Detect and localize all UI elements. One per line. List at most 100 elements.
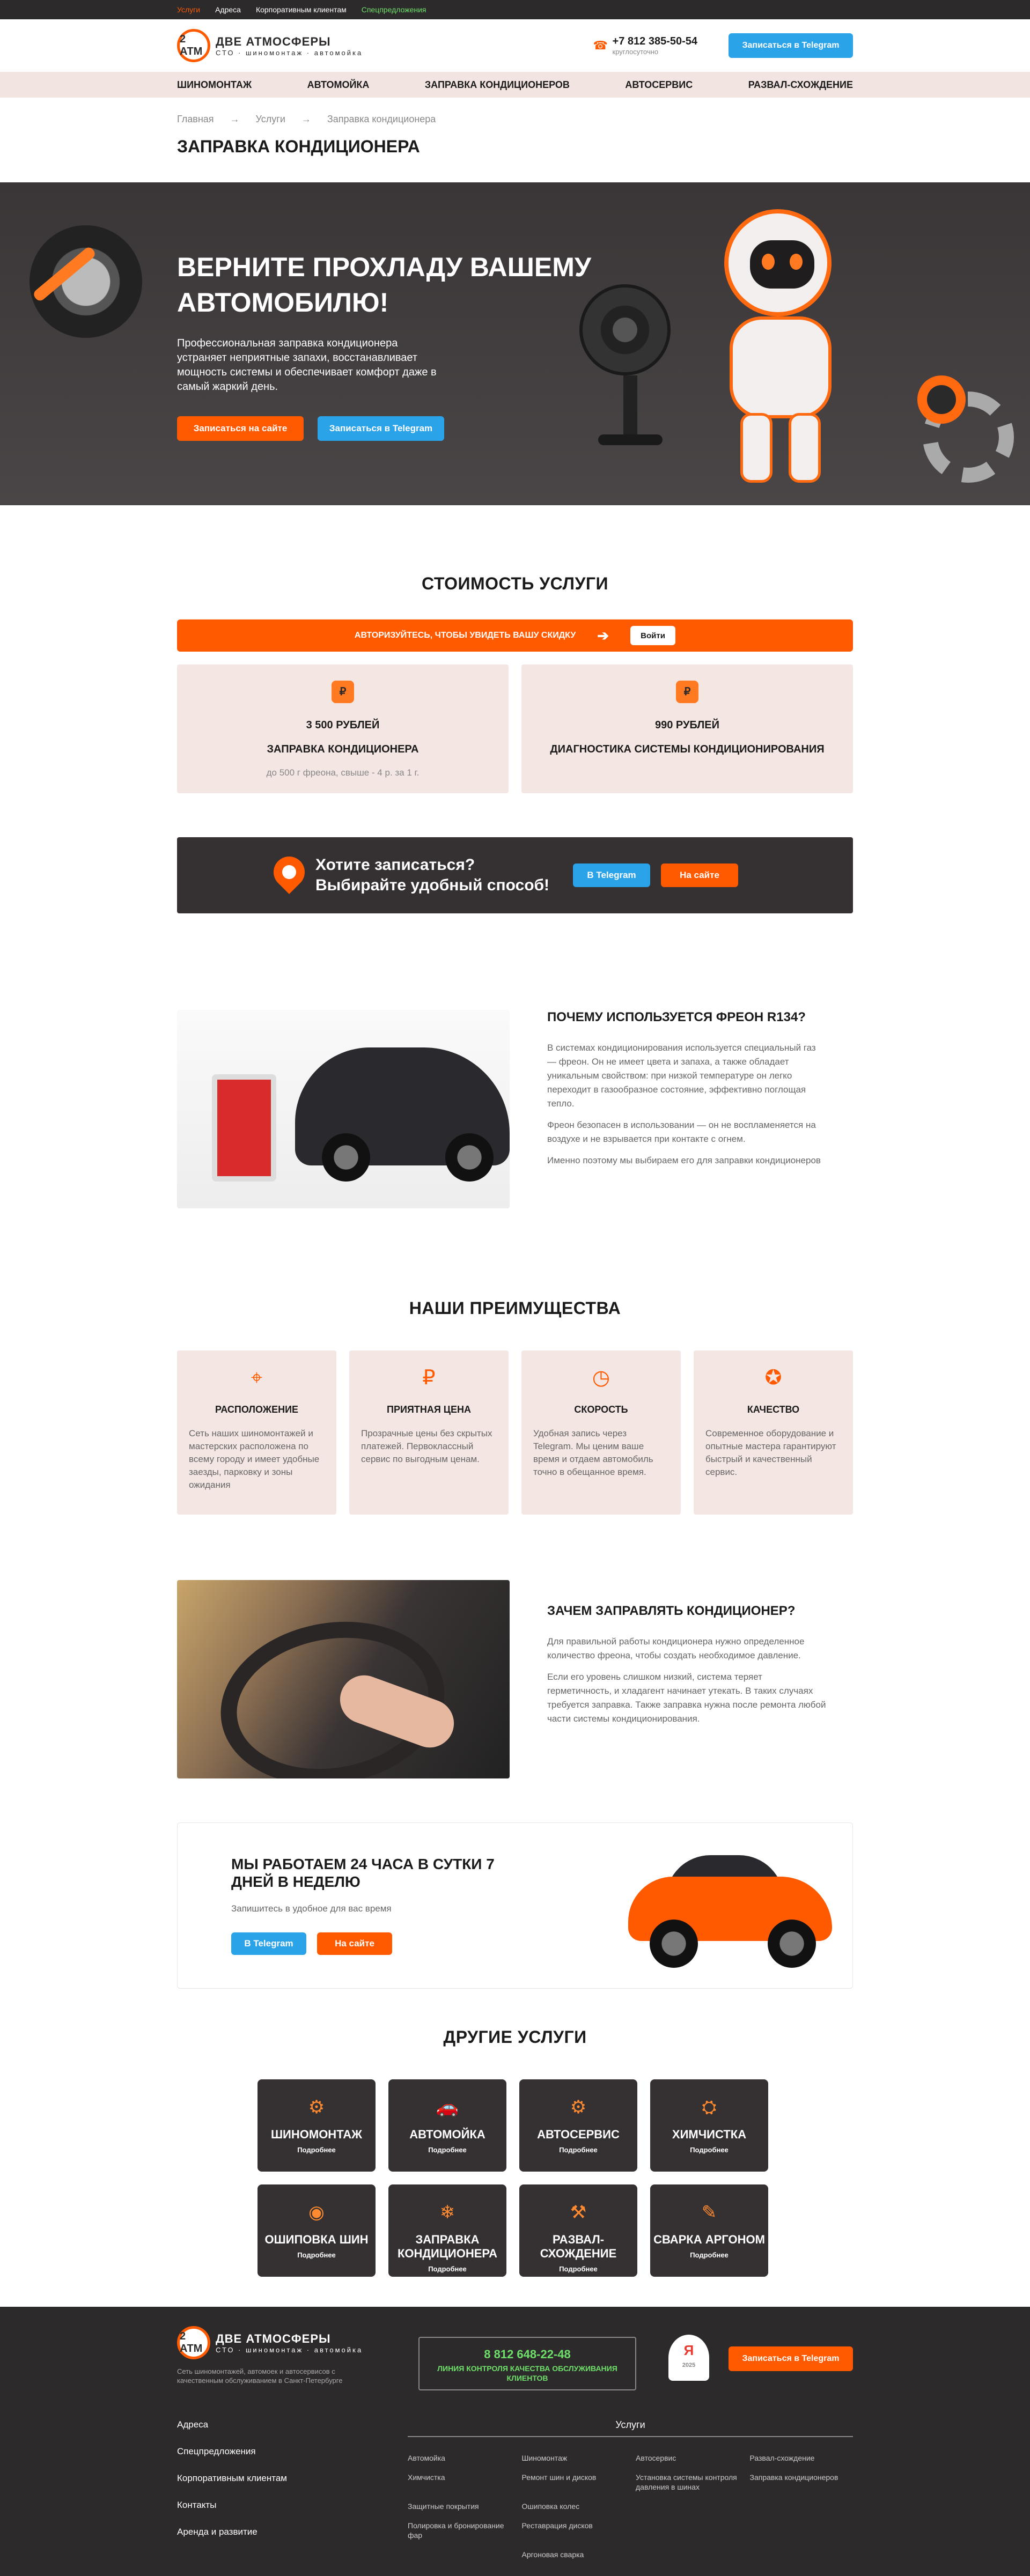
service-name: АВТОМОЙКА xyxy=(409,2128,485,2141)
breadcrumb-services[interactable]: Услуги xyxy=(256,114,285,125)
why-section: ЗАЧЕМ ЗАПРАВЛЯТЬ КОНДИЦИОНЕР? Для правил… xyxy=(177,1580,853,1778)
nav-item-service[interactable]: АВТОСЕРВИС xyxy=(625,79,693,91)
nav-item-ac[interactable]: ЗАПРАВКА КОНДИЦИОНЕРОВ xyxy=(425,79,570,91)
why-title: ЗАЧЕМ ЗАПРАВЛЯТЬ КОНДИЦИОНЕР? xyxy=(547,1604,796,1618)
service-more-link[interactable]: Подробнее xyxy=(258,2251,376,2259)
why-paragraph: Если его уровень слишком низкий, система… xyxy=(547,1672,826,1724)
footer-telegram-button[interactable]: Записаться в Telegram xyxy=(729,2346,853,2371)
service-card-studding[interactable]: ◉ ОШИПОВКА ШИН Подробнее xyxy=(258,2184,376,2277)
hero-telegram-button[interactable]: Записаться в Telegram xyxy=(318,416,444,441)
footer-service-link[interactable]: Реставрация дисков xyxy=(522,2521,626,2540)
topbar-link-corporate[interactable]: Корпоративным клиентам xyxy=(256,5,347,14)
footer-service-link[interactable]: Шиномонтаж xyxy=(522,2453,626,2463)
footer-service-link[interactable]: Установка системы контроля давления в ши… xyxy=(636,2472,739,2492)
footer-service-link[interactable]: Аргоновая сварка xyxy=(522,2550,626,2559)
breadcrumb-home[interactable]: Главная xyxy=(177,114,214,125)
signup-telegram-button[interactable]: В Telegram xyxy=(573,863,650,887)
footer-link-addresses[interactable]: Адреса xyxy=(177,2419,408,2430)
footer-service-link[interactable]: Химчистка xyxy=(408,2472,511,2492)
signup-banner: Хотите записаться? Выбирайте удобный спо… xyxy=(177,837,853,913)
service-more-link[interactable]: Подробнее xyxy=(388,2146,506,2154)
service-more-link[interactable]: Подробнее xyxy=(650,2146,768,2154)
footer-service-link[interactable]: Развал-схождение xyxy=(750,2453,854,2463)
service-more-link[interactable]: Подробнее xyxy=(519,2265,637,2273)
nav-item-tire[interactable]: ШИНОМОНТАЖ xyxy=(177,79,252,91)
quality-icon: ✪ xyxy=(764,1367,782,1389)
footer-service-link[interactable]: Полировка и бронирование фар xyxy=(408,2521,511,2540)
logo[interactable]: 2 АТМ ДВЕ АТМОСФЕРЫ СТО · шиномонтаж · а… xyxy=(177,29,363,62)
advantage-text: Современное оборудование и опытные масте… xyxy=(705,1428,836,1477)
price-card: ₽ 990 РУБЛЕЙ ДИАГНОСТИКА СИСТЕМЫ КОНДИЦИ… xyxy=(521,665,853,793)
service-card-autoservice[interactable]: ⚙ АВТОСЕРВИС Подробнее xyxy=(519,2079,637,2172)
advantage-title: РАСПОЛОЖЕНИЕ xyxy=(215,1404,299,1415)
advantage-text: Удобная запись через Telegram. Мы ценим … xyxy=(533,1428,653,1477)
topbar-link-services[interactable]: Услуги xyxy=(177,5,200,14)
ruble-tag-icon: ₽ xyxy=(676,681,698,703)
service-name: ЗАПРАВКА КОНДИЦИОНЕРА xyxy=(397,2233,498,2260)
logo-badge: 2 АТМ xyxy=(177,2326,210,2359)
phone-number[interactable]: +7 812 385-50-54 xyxy=(613,35,697,48)
logo-badge: 2 АТМ xyxy=(177,29,210,62)
price-service-name: ДИАГНОСТИКА СИСТЕМЫ КОНДИЦИОНИРОВАНИЯ xyxy=(550,743,825,755)
advantage-title: СКОРОСТЬ xyxy=(574,1404,628,1415)
logo-title: ДВЕ АТМОСФЕРЫ xyxy=(216,34,331,48)
allday-site-button[interactable]: На сайте xyxy=(317,1932,392,1955)
service-card-welding[interactable]: ✎ СВАРКА АРГОНОМ Подробнее xyxy=(650,2184,768,2277)
allday-banner: МЫ РАБОТАЕМ 24 ЧАСА В СУТКИ 7 ДНЕЙ В НЕД… xyxy=(177,1822,853,1989)
footer-service-link[interactable]: Автомойка xyxy=(408,2453,511,2463)
service-name: РАЗВАЛ-СХОЖДЕНИЕ xyxy=(540,2233,617,2260)
nav-item-alignment[interactable]: РАЗВАЛ-СХОЖДЕНИЕ xyxy=(748,79,853,91)
advantage-text: Сеть наших шиномонтажей и мастерских рас… xyxy=(189,1428,320,1490)
price-value: 3 500 РУБЛЕЙ xyxy=(306,719,380,731)
arrow-right-icon: ➔ xyxy=(597,627,609,644)
allday-telegram-button[interactable]: В Telegram xyxy=(231,1932,306,1955)
quality-hotline-phone[interactable]: 8 812 648-22-48 xyxy=(420,2348,635,2361)
advantages-title: НАШИ ПРЕИМУЩЕСТВА xyxy=(409,1298,621,1318)
nav-item-wash[interactable]: АВТОМОЙКА xyxy=(307,79,370,91)
service-more-link[interactable]: Подробнее xyxy=(258,2146,376,2154)
ac-icon: ❄ xyxy=(439,2202,455,2223)
service-card-alignment[interactable]: ⚒ РАЗВАЛ-СХОЖДЕНИЕ Подробнее xyxy=(519,2184,637,2277)
header-telegram-button[interactable]: Записаться в Telegram xyxy=(729,33,853,58)
footer-link-rent[interactable]: Аренда и развитие xyxy=(177,2527,408,2537)
auth-discount-text: АВТОРИЗУЙТЕСЬ, ЧТОБЫ УВИДЕТЬ ВАШУ СКИДКУ xyxy=(354,631,576,640)
footer-services-title: Услуги xyxy=(408,2419,853,2437)
quality-hotline-box[interactable]: 8 812 648-22-48 ЛИНИЯ КОНТРОЛЯ КАЧЕСТВА … xyxy=(418,2337,636,2390)
advantage-title: КАЧЕСТВО xyxy=(747,1404,800,1415)
footer-link-contacts[interactable]: Контакты xyxy=(177,2500,408,2511)
logo-title: ДВЕ АТМОСФЕРЫ xyxy=(216,2331,331,2345)
tire-icon: ⚙ xyxy=(308,2097,325,2117)
service-card-tire[interactable]: ⚙ ШИНОМОНТАЖ Подробнее xyxy=(258,2079,376,2172)
topbar-link-offers[interactable]: Спецпредложения xyxy=(362,5,426,14)
footer-link-corporate[interactable]: Корпоративным клиентам xyxy=(177,2473,408,2484)
service-more-link[interactable]: Подробнее xyxy=(650,2251,768,2259)
allday-title: МЫ РАБОТАЕМ 24 ЧАСА В СУТКИ 7 ДНЕЙ В НЕД… xyxy=(231,1856,495,1890)
signup-site-button[interactable]: На сайте xyxy=(661,863,738,887)
service-more-link[interactable]: Подробнее xyxy=(519,2146,637,2154)
footer-logo[interactable]: 2 АТМ ДВЕ АТМОСФЕРЫ СТО · шиномонтаж · а… xyxy=(177,2326,370,2385)
vacuum-icon: ⛭ xyxy=(702,2097,717,2117)
freon-title: ПОЧЕМУ ИСПОЛЬЗУЕТСЯ ФРЕОН R134? xyxy=(547,1010,806,1024)
hero-site-button[interactable]: Записаться на сайте xyxy=(177,416,304,441)
services-title: ДРУГИЕ УСЛУГИ xyxy=(443,2027,587,2047)
advantage-card: ⌖ РАСПОЛОЖЕНИЕ Сеть наших шиномонтажей и… xyxy=(177,1350,336,1515)
breadcrumb-current: Заправка кондиционера xyxy=(327,114,436,124)
footer-service-link[interactable]: Автосервис xyxy=(636,2453,739,2463)
footer-service-link[interactable]: Заправка кондиционеров xyxy=(750,2472,854,2492)
footer-service-link[interactable]: Защитные покрытия xyxy=(408,2501,511,2511)
dashboard-hands-image xyxy=(177,1580,510,1778)
header-phone[interactable]: ☎ +7 812 385-50-54 круглосуточно xyxy=(593,35,697,56)
footer-service-link[interactable]: Ошиповка колес xyxy=(522,2501,626,2511)
footer-service-link[interactable]: Ремонт шин и дисков xyxy=(522,2472,626,2492)
price-note: до 500 г фреона, свыше - 4 р. за 1 г. xyxy=(266,767,420,778)
service-card-ac[interactable]: ❄ ЗАПРАВКА КОНДИЦИОНЕРА Подробнее xyxy=(388,2184,506,2277)
footer-link-offers[interactable]: Спецпредложения xyxy=(177,2446,408,2457)
topbar-link-addresses[interactable]: Адреса xyxy=(215,5,241,14)
login-button[interactable]: Войти xyxy=(630,626,676,645)
ac-machine-car-image xyxy=(177,1010,510,1208)
breadcrumb-separator: → xyxy=(230,114,240,124)
service-card-wash[interactable]: 🚗 АВТОМОЙКА Подробнее xyxy=(388,2079,506,2172)
service-card-cleaning[interactable]: ⛭ ХИМЧИСТКА Подробнее xyxy=(650,2079,768,2172)
service-more-link[interactable]: Подробнее xyxy=(388,2265,506,2273)
yandex-badge-icon[interactable]: Я 2025 xyxy=(668,2335,709,2381)
